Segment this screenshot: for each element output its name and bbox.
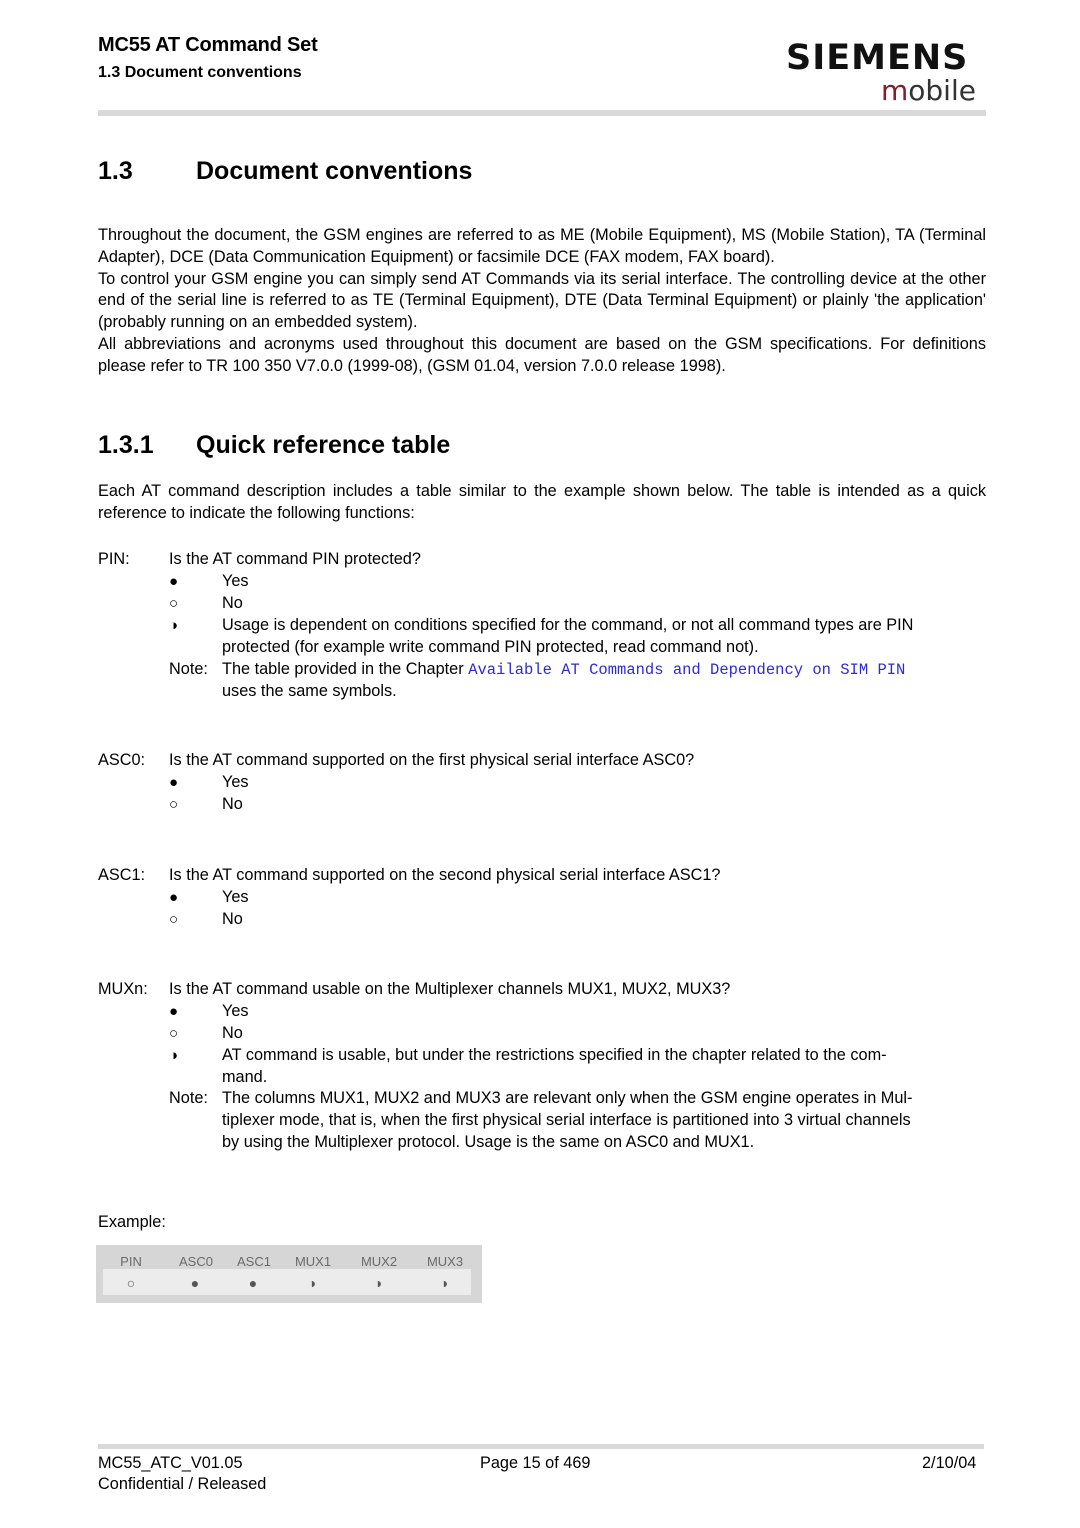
section-heading: 1.3 Document conventions: [98, 157, 472, 186]
column-header-pin: PIN: [120, 1254, 142, 1269]
asc1-label: ASC1:: [98, 866, 146, 884]
column-header-mux1: MUX1: [294, 1254, 332, 1269]
muxn-partial-line1: AT command is usable, but under the rest…: [222, 1046, 887, 1064]
pin-yes: Yes: [222, 572, 249, 590]
asc0-question: Is the AT command supported on the first…: [169, 751, 695, 769]
column-header-mux3: MUX3: [426, 1254, 464, 1269]
pin-label: PIN:: [98, 550, 130, 568]
mobile-logo: mobile: [881, 74, 976, 107]
muxn-note-line3: by using the Multiplexer protocol. Usage…: [222, 1133, 755, 1151]
filled-circle-icon: ●: [248, 1275, 258, 1291]
siemens-logo: SIEMENS: [786, 38, 969, 78]
footer-classification: Confidential / Released: [98, 1475, 267, 1493]
asc1-yes: Yes: [222, 888, 249, 906]
muxn-question: Is the AT command usable on the Multiple…: [169, 980, 731, 998]
half-circle-icon: ◑: [373, 1275, 383, 1291]
subsection-heading: 1.3.1 Quick reference table: [98, 431, 450, 460]
column-header-asc1: ASC1: [237, 1254, 271, 1269]
asc1-question: Is the AT command supported on the secon…: [169, 866, 721, 884]
asc1-no: No: [222, 910, 243, 928]
half-circle-icon: ◑: [439, 1275, 449, 1291]
footer-page-number: Page 15 of 469: [480, 1454, 591, 1472]
section-title: Document conventions: [196, 157, 473, 185]
intro-paragraph: All abbreviations and acronyms used thro…: [98, 334, 986, 375]
mobile-logo-m: m: [881, 74, 909, 107]
pin-note-label: Note:: [169, 660, 208, 678]
empty-circle-icon: ○: [169, 911, 179, 928]
footer-rule: [98, 1444, 984, 1449]
footer-doc-id: MC55_ATC_V01.05: [98, 1454, 243, 1472]
muxn-note-line2: tiplexer mode, that is, when the first p…: [222, 1111, 911, 1129]
example-label: Example:: [98, 1213, 166, 1231]
pin-partial-line1: Usage is dependent on conditions specifi…: [222, 616, 914, 634]
empty-circle-icon: ○: [169, 1025, 179, 1042]
document-title: MC55 AT Command Set: [98, 34, 318, 56]
pin-note: The table provided in the Chapter Availa…: [222, 659, 986, 682]
footer-date: 2/10/04: [922, 1454, 977, 1472]
filled-circle-icon: ●: [169, 774, 179, 791]
sim-pin-chapter-link[interactable]: Available AT Commands and Dependency on …: [468, 661, 905, 679]
filled-circle-icon: ●: [169, 1003, 179, 1020]
intro-text: Throughout the document, the GSM engines…: [98, 225, 986, 378]
muxn-no: No: [222, 1024, 243, 1042]
header-section: 1.3 Document conventions: [98, 64, 302, 81]
filled-circle-icon: ●: [169, 889, 179, 906]
muxn-note-line1: The columns MUX1, MUX2 and MUX3 are rele…: [222, 1089, 913, 1107]
example-table: PIN ASC0 ASC1 MUX1 MUX2 MUX3 ○ ● ● ◑ ◑ ◑: [96, 1245, 482, 1303]
pin-partial-line2: protected (for example write command PIN…: [222, 638, 759, 656]
asc0-yes: Yes: [222, 773, 249, 791]
section-number: 1.3: [98, 157, 133, 185]
muxn-label: MUXn:: [98, 980, 148, 998]
half-circle-icon: ◑: [169, 1047, 179, 1064]
pin-question: Is the AT command PIN protected?: [169, 550, 421, 568]
subsection-number: 1.3.1: [98, 431, 154, 459]
intro-paragraph: To control your GSM engine you can simpl…: [98, 269, 986, 332]
subsection-intro: Each AT command description includes a t…: [98, 482, 986, 522]
muxn-note-label: Note:: [169, 1089, 208, 1107]
intro-paragraph: Throughout the document, the GSM engines…: [98, 226, 986, 266]
muxn-partial-line2: mand.: [222, 1068, 268, 1086]
half-circle-icon: ◑: [307, 1275, 317, 1291]
half-circle-icon: ◑: [169, 617, 179, 634]
empty-circle-icon: ○: [169, 796, 179, 813]
asc0-label: ASC0:: [98, 751, 146, 769]
filled-circle-icon: ●: [190, 1275, 200, 1291]
mobile-logo-rest: obile: [908, 74, 976, 107]
column-header-mux2: MUX2: [360, 1254, 398, 1269]
muxn-yes: Yes: [222, 1002, 249, 1020]
pin-note-text2: uses the same symbols.: [222, 682, 397, 700]
subsection-title: Quick reference table: [196, 431, 451, 459]
asc0-no: No: [222, 795, 243, 813]
example-row: ○ ● ● ◑ ◑ ◑: [103, 1269, 471, 1295]
column-header-asc0: ASC0: [179, 1254, 213, 1269]
filled-circle-icon: ●: [169, 573, 179, 590]
header-rule: [98, 110, 986, 116]
empty-circle-icon: ○: [169, 595, 179, 612]
pin-note-text: The table provided in the Chapter: [222, 660, 469, 678]
pin-no: No: [222, 594, 243, 612]
empty-circle-icon: ○: [126, 1275, 136, 1291]
